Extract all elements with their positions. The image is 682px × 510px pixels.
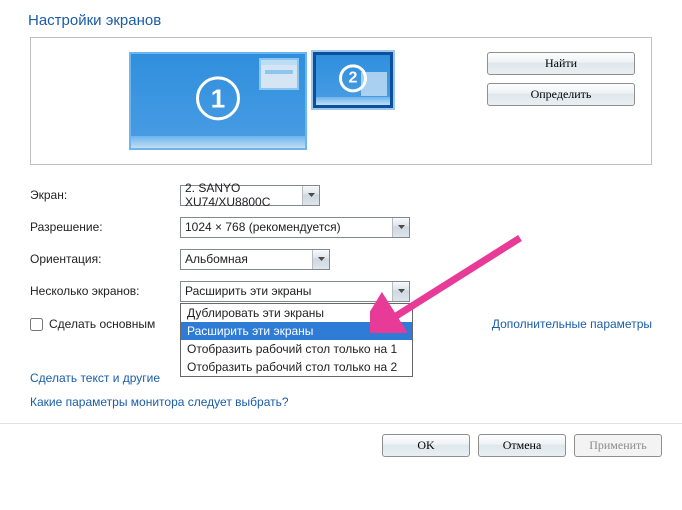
separator [0,423,682,424]
chevron-down-icon [302,186,319,205]
resolution-select[interactable]: 1024 × 768 (рекомендуется) [180,217,410,238]
settings-form: Экран: 2. SANYO XU74/XU8800C Разрешение:… [0,179,682,307]
multiple-displays-label: Несколько экранов: [30,284,180,298]
make-primary-checkbox[interactable] [30,318,43,331]
advanced-settings-link[interactable]: Дополнительные параметры [492,317,652,331]
monitor-1[interactable]: 1 [129,52,307,150]
make-primary-label: Сделать основным [49,317,155,331]
chevron-down-icon [312,250,329,269]
resolution-label: Разрешение: [30,220,180,234]
identify-button[interactable]: Определить [487,83,635,106]
find-button[interactable]: Найти [487,52,635,75]
monitor-params-help-link[interactable]: Какие параметры монитора следует выбрать… [30,395,652,409]
apply-button: Применить [574,434,662,457]
cancel-button[interactable]: Отмена [478,434,566,457]
resolution-value: 1024 × 768 (рекомендуется) [185,220,341,234]
dialog-footer: OK Отмена Применить [0,434,682,457]
monitor-preview-area[interactable]: 1 2 Найти Определить [30,37,652,165]
monitor-1-number: 1 [196,76,240,120]
multiple-displays-value: Расширить эти экраны [185,284,311,298]
multiple-displays-select[interactable]: Расширить эти экраны [180,281,410,302]
dropdown-option-extend[interactable]: Расширить эти экраны [181,322,412,340]
screen-select[interactable]: 2. SANYO XU74/XU8800C [180,185,320,206]
monitor-2[interactable]: 2 [313,52,393,108]
dropdown-option-only-1[interactable]: Отобразить рабочий стол только на 1 [181,340,412,358]
monitor-2-number: 2 [339,64,367,92]
ok-button[interactable]: OK [382,434,470,457]
dropdown-option-duplicate[interactable]: Дублировать эти экраны [181,304,412,322]
dropdown-option-only-2[interactable]: Отобразить рабочий стол только на 2 [181,358,412,376]
chevron-down-icon [392,218,409,237]
chevron-down-icon [392,282,409,301]
orientation-value: Альбомная [185,252,248,266]
page-title: Настройки экранов [0,0,682,37]
multiple-displays-dropdown: Дублировать эти экраны Расширить эти экр… [180,303,413,377]
orientation-select[interactable]: Альбомная [180,249,330,270]
screen-value: 2. SANYO XU74/XU8800C [185,181,315,209]
orientation-label: Ориентация: [30,252,180,266]
screen-label: Экран: [30,188,180,202]
